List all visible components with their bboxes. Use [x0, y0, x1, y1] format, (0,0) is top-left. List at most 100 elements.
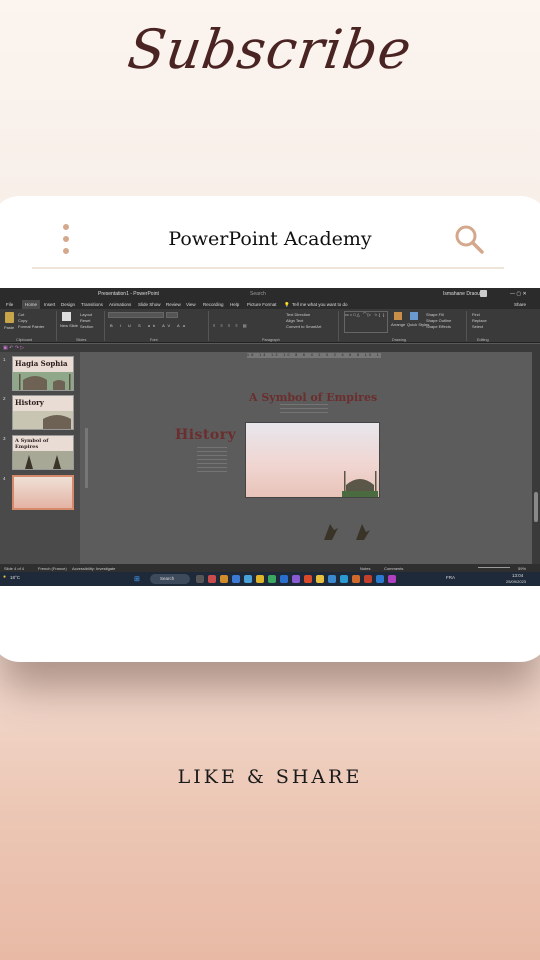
tell-me-box[interactable]: Tell me what you want to do: [292, 302, 348, 307]
quick-styles-icon[interactable]: [410, 312, 418, 320]
slide-thumb-title: History: [15, 398, 44, 407]
slide-thumbnail-4[interactable]: [12, 475, 74, 510]
app-icon[interactable]: [244, 575, 252, 583]
new-slide-label[interactable]: New Slide: [60, 323, 78, 328]
slide-thumbnail-3[interactable]: A Symbol of Empires: [12, 435, 74, 470]
tab-view[interactable]: View: [186, 302, 196, 307]
zoom-level[interactable]: 59%: [518, 566, 526, 571]
slide-history-text: ▬▬▬▬▬▬▬▬▬▬ ▬▬▬▬▬▬▬▬▬▬ ▬▬▬▬▬▬▬▬▬▬ ▬▬▬▬▬▬▬▬▬▬…: [197, 445, 227, 473]
powerpoint-screenshot: Presentation1 - PowerPoint Search Ismaha…: [0, 288, 540, 586]
app-icon[interactable]: [304, 575, 312, 583]
slide-thumbnail-2[interactable]: History: [12, 395, 74, 430]
app-icon[interactable]: [280, 575, 288, 583]
app-icon[interactable]: [340, 575, 348, 583]
share-button[interactable]: Share: [514, 302, 526, 307]
tab-review[interactable]: Review: [166, 302, 181, 307]
taskview-icon[interactable]: [196, 575, 204, 583]
shape-outline-button[interactable]: Shape Outline: [426, 318, 451, 323]
slide-body-text: ▬▬▬▬▬▬▬▬▬▬▬▬▬▬▬▬ ▬▬▬▬▬▬▬▬▬▬▬▬▬▬▬▬ ▬▬▬▬▬▬▬▬…: [280, 402, 328, 414]
weather-icon[interactable]: ●: [3, 574, 6, 580]
notes-button[interactable]: Notes: [360, 566, 370, 571]
comments-button[interactable]: Comments: [384, 566, 403, 571]
user-avatar[interactable]: [480, 290, 487, 297]
new-slide-icon[interactable]: [62, 312, 71, 321]
taskbar-time[interactable]: 13:04: [512, 573, 523, 578]
mosque-image: [13, 372, 73, 390]
mosque-image: [342, 471, 378, 497]
shape-effects-button[interactable]: Shape Effects: [426, 324, 451, 329]
tab-design[interactable]: Design: [61, 302, 75, 307]
header-divider: [32, 267, 504, 269]
find-button[interactable]: Find: [472, 312, 480, 317]
shape-fill-button[interactable]: Shape Fill: [426, 312, 444, 317]
vertical-scrollbar[interactable]: [532, 352, 540, 564]
tab-picture-format[interactable]: Picture Format: [247, 302, 277, 307]
ppt-titlebar: Presentation1 - PowerPoint Search Ismaha…: [0, 288, 540, 300]
slide-number: 2: [3, 396, 6, 401]
app-icon[interactable]: [208, 575, 216, 583]
app-icon[interactable]: [316, 575, 324, 583]
arrange-icon[interactable]: [394, 312, 402, 320]
format-painter-button[interactable]: Format Painter: [18, 324, 44, 329]
convert-smartart-button[interactable]: Convert to SmartArt: [286, 324, 321, 329]
windows-taskbar: ● 18°C ⊞ Search FRA 13:04 25/09/2023: [0, 572, 540, 586]
tab-animations[interactable]: Animations: [109, 302, 131, 307]
slide-counter: Slide 4 of 4: [4, 565, 25, 571]
text-direction-button[interactable]: Text Direction: [286, 312, 310, 317]
arrange-label[interactable]: Arrange: [391, 322, 405, 327]
replace-button[interactable]: Replace: [472, 318, 487, 323]
tab-slideshow[interactable]: Slide Show: [138, 302, 161, 307]
tab-transitions[interactable]: Transitions: [81, 302, 103, 307]
cut-button[interactable]: Cut: [18, 312, 24, 317]
zoom-slider[interactable]: [478, 567, 510, 568]
app-icon[interactable]: [328, 575, 336, 583]
font-family-select[interactable]: [108, 312, 164, 318]
app-icon[interactable]: [292, 575, 300, 583]
paste-label[interactable]: Paste: [4, 325, 14, 330]
shapes-gallery[interactable]: ▭○□△ ⌒▷ ☆{ }: [344, 311, 388, 333]
slide-thumb-title: Hagia Sophia: [15, 359, 68, 368]
app-icon[interactable]: [256, 575, 264, 583]
accessibility-indicator[interactable]: Accessibility: Investigate: [72, 566, 115, 571]
tab-help[interactable]: Help: [230, 302, 239, 307]
tab-home[interactable]: Home: [22, 300, 41, 309]
font-size-select[interactable]: [166, 312, 178, 318]
app-icon[interactable]: [364, 575, 372, 583]
window-controls-icon[interactable]: — ▢ ✕: [510, 291, 527, 297]
taskbar-search[interactable]: Search: [150, 574, 190, 584]
ruler: 16 14 12 10 8 6 4 2 0 2 4 6 8 10 12 14 1…: [247, 353, 381, 358]
app-icon[interactable]: [220, 575, 228, 583]
app-icon[interactable]: [388, 575, 396, 583]
select-button[interactable]: Select: [472, 324, 483, 329]
align-text-button[interactable]: Align Text: [286, 318, 303, 323]
ppt-search[interactable]: Search: [250, 291, 266, 297]
layout-button[interactable]: Layout: [80, 312, 92, 317]
taskbar-date[interactable]: 25/09/2023: [506, 579, 526, 584]
language-indicator[interactable]: French (France): [38, 566, 67, 571]
app-icon[interactable]: [352, 575, 360, 583]
group-slides: Slides: [76, 338, 87, 342]
quick-access-icons[interactable]: ▣ ↶ ↷ ▷: [3, 345, 24, 351]
search-icon[interactable]: [452, 222, 486, 256]
slide-heading-history[interactable]: History: [175, 427, 236, 443]
section-button[interactable]: Section: [80, 324, 93, 329]
slide-thumbnail-1[interactable]: Hagia Sophia: [12, 356, 74, 391]
windows-start-icon[interactable]: ⊞: [134, 575, 140, 583]
paragraph-buttons[interactable]: ≡ ≡ ≡ ≡ ▤: [213, 323, 249, 328]
taskbar-lang[interactable]: FRA: [446, 575, 455, 580]
paste-icon[interactable]: [5, 312, 14, 323]
app-icon[interactable]: [376, 575, 384, 583]
warriors-image[interactable]: [320, 520, 380, 542]
app-icon[interactable]: [268, 575, 276, 583]
group-clipboard: Clipboard: [16, 338, 33, 342]
slide-photo[interactable]: [245, 422, 380, 498]
app-icon[interactable]: [232, 575, 240, 583]
reset-button[interactable]: Reset: [80, 318, 90, 323]
tab-file[interactable]: File: [6, 302, 13, 307]
tab-recording[interactable]: Recording: [203, 302, 224, 307]
tab-insert[interactable]: Insert: [44, 302, 55, 307]
warriors-image: [13, 451, 73, 469]
font-format-buttons[interactable]: B I U S ab AV Aa: [110, 323, 188, 328]
weather-temp: 18°C: [10, 575, 21, 580]
copy-button[interactable]: Copy: [18, 318, 27, 323]
